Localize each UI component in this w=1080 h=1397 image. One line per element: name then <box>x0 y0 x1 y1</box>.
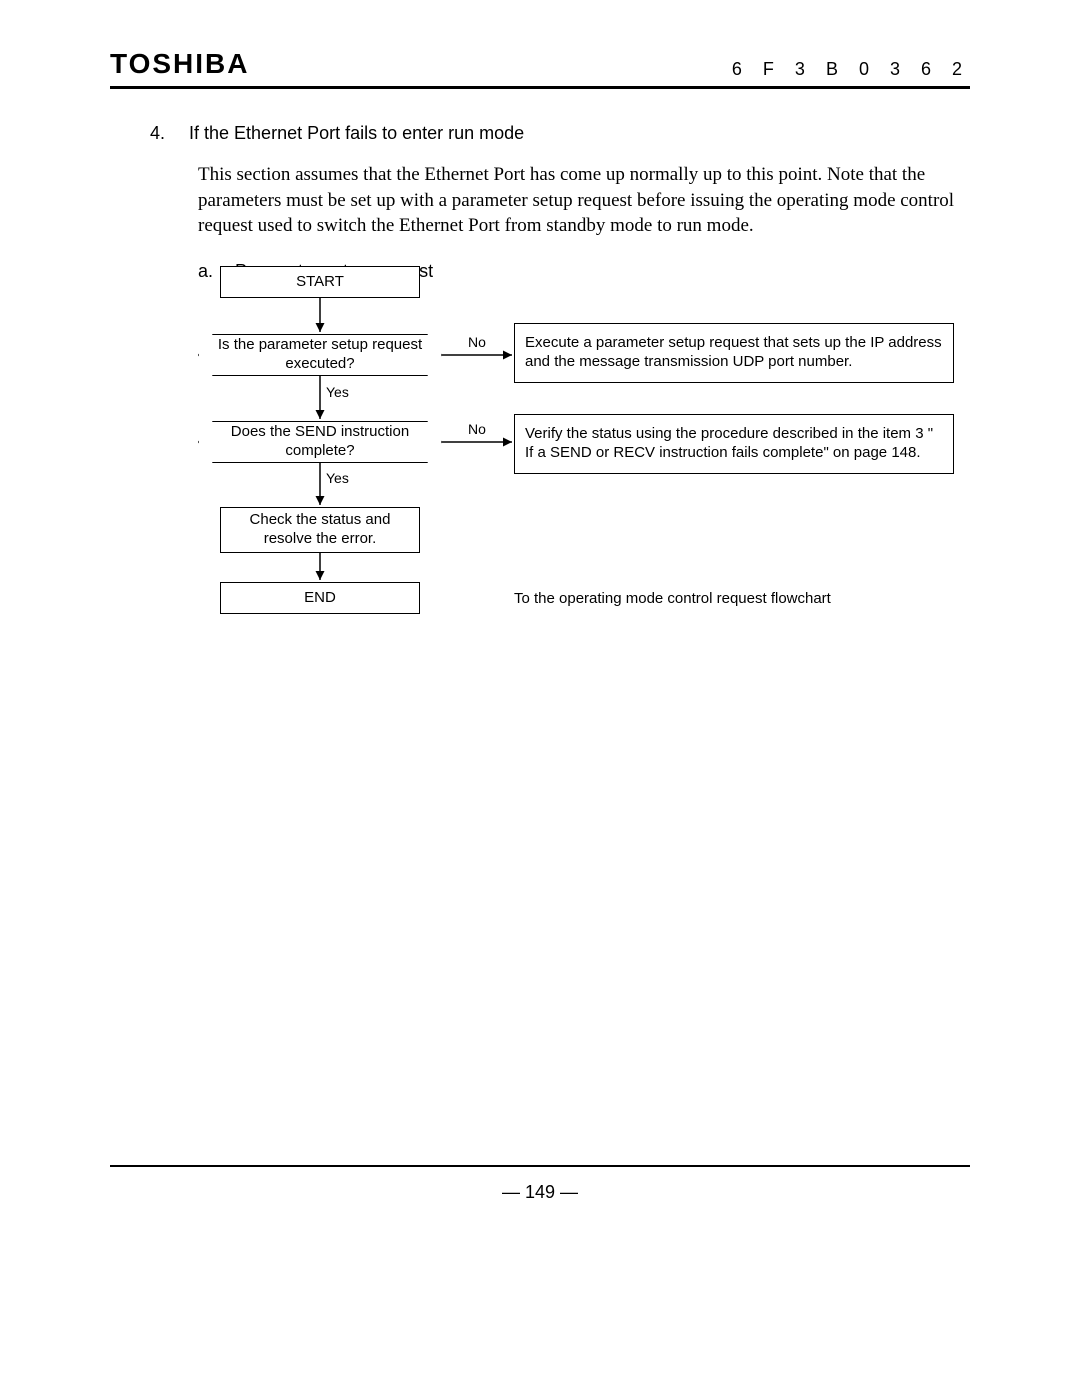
document-number: 6 F 3 B 0 3 6 2 <box>732 59 970 80</box>
section-heading: 4. If the Ethernet Port fails to enter r… <box>150 123 970 144</box>
label-yes: Yes <box>326 470 349 488</box>
section-number: 4. <box>150 123 165 144</box>
label-no: No <box>468 421 486 439</box>
label-no: No <box>468 334 486 352</box>
section-title: If the Ethernet Port fails to enter run … <box>189 123 524 144</box>
section-body: This section assumes that the Ethernet P… <box>198 162 970 239</box>
label-yes: Yes <box>326 384 349 402</box>
flow-start: START <box>220 266 420 298</box>
flow-end: END <box>220 582 420 614</box>
footer-rule <box>110 1165 970 1167</box>
page-header: TOSHIBA 6 F 3 B 0 3 6 2 <box>110 48 970 89</box>
flow-decision-param-setup: Is the parameter setup request executed? <box>198 334 442 376</box>
flow-side-param-setup: Execute a parameter setup request that s… <box>514 323 954 383</box>
flow-process-check-status: Check the status and resolve the error. <box>220 507 420 553</box>
flow-decision-send-complete: Does the SEND instruction complete? <box>198 421 442 463</box>
flow-side-verify-status: Verify the status using the procedure de… <box>514 414 954 474</box>
brand-logo: TOSHIBA <box>110 48 250 80</box>
page-number: — 149 — <box>0 1182 1080 1203</box>
flow-end-note: To the operating mode control request fl… <box>514 590 831 609</box>
